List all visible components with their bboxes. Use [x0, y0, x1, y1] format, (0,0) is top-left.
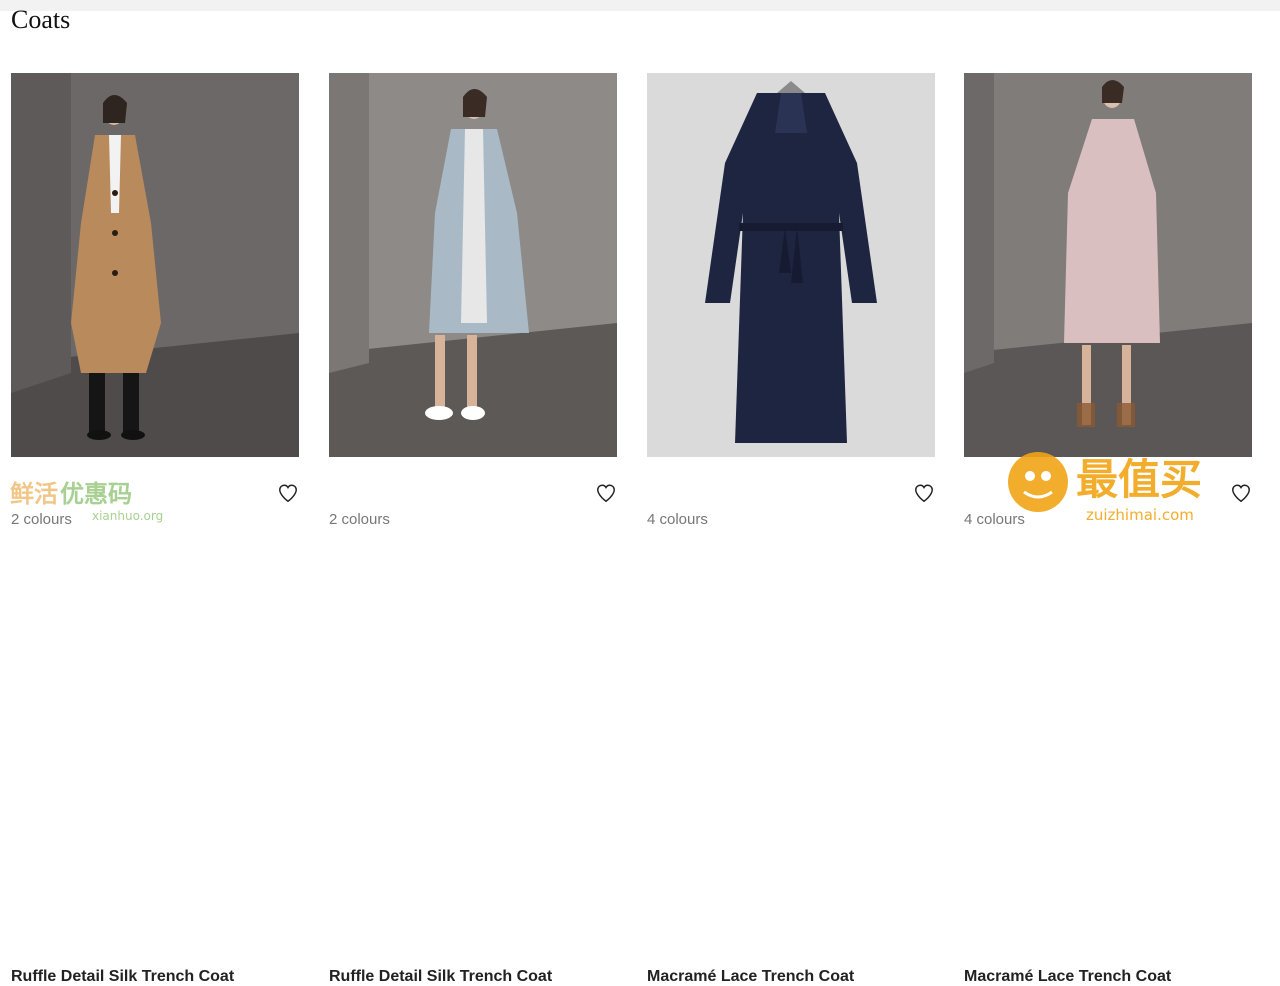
- product-image[interactable]: [11, 73, 299, 457]
- product-image[interactable]: [964, 73, 1252, 457]
- watermark-logo-right: 最值买 zuizhimai.com: [1000, 440, 1280, 526]
- product-name[interactable]: Macramé Lace Trench Coat: [647, 968, 854, 986]
- page-title: Coats: [11, 5, 71, 34]
- watermark-logo-left: 鲜活 优惠码 xianhuo.org: [8, 470, 188, 526]
- product-image[interactable]: [329, 73, 617, 457]
- heart-outline-icon[interactable]: [277, 482, 299, 504]
- product-colours: 4 colours: [647, 511, 708, 528]
- svg-text:xianhuo.org: xianhuo.org: [92, 509, 163, 523]
- svg-text:鲜活: 鲜活: [10, 480, 58, 508]
- heart-outline-icon[interactable]: [913, 482, 935, 504]
- svg-text:最值买: 最值买: [1076, 455, 1202, 504]
- heart-outline-icon[interactable]: [595, 482, 617, 504]
- product-name[interactable]: Ruffle Detail Silk Trench Coat: [329, 968, 552, 986]
- svg-text:zuizhimai.com: zuizhimai.com: [1086, 506, 1194, 524]
- product-image[interactable]: [647, 73, 935, 457]
- product-name[interactable]: Ruffle Detail Silk Trench Coat: [11, 968, 234, 986]
- product-colours: 2 colours: [329, 511, 390, 528]
- product-name[interactable]: Macramé Lace Trench Coat: [964, 968, 1171, 986]
- svg-text:优惠码: 优惠码: [60, 480, 132, 508]
- top-bar: [0, 0, 1280, 11]
